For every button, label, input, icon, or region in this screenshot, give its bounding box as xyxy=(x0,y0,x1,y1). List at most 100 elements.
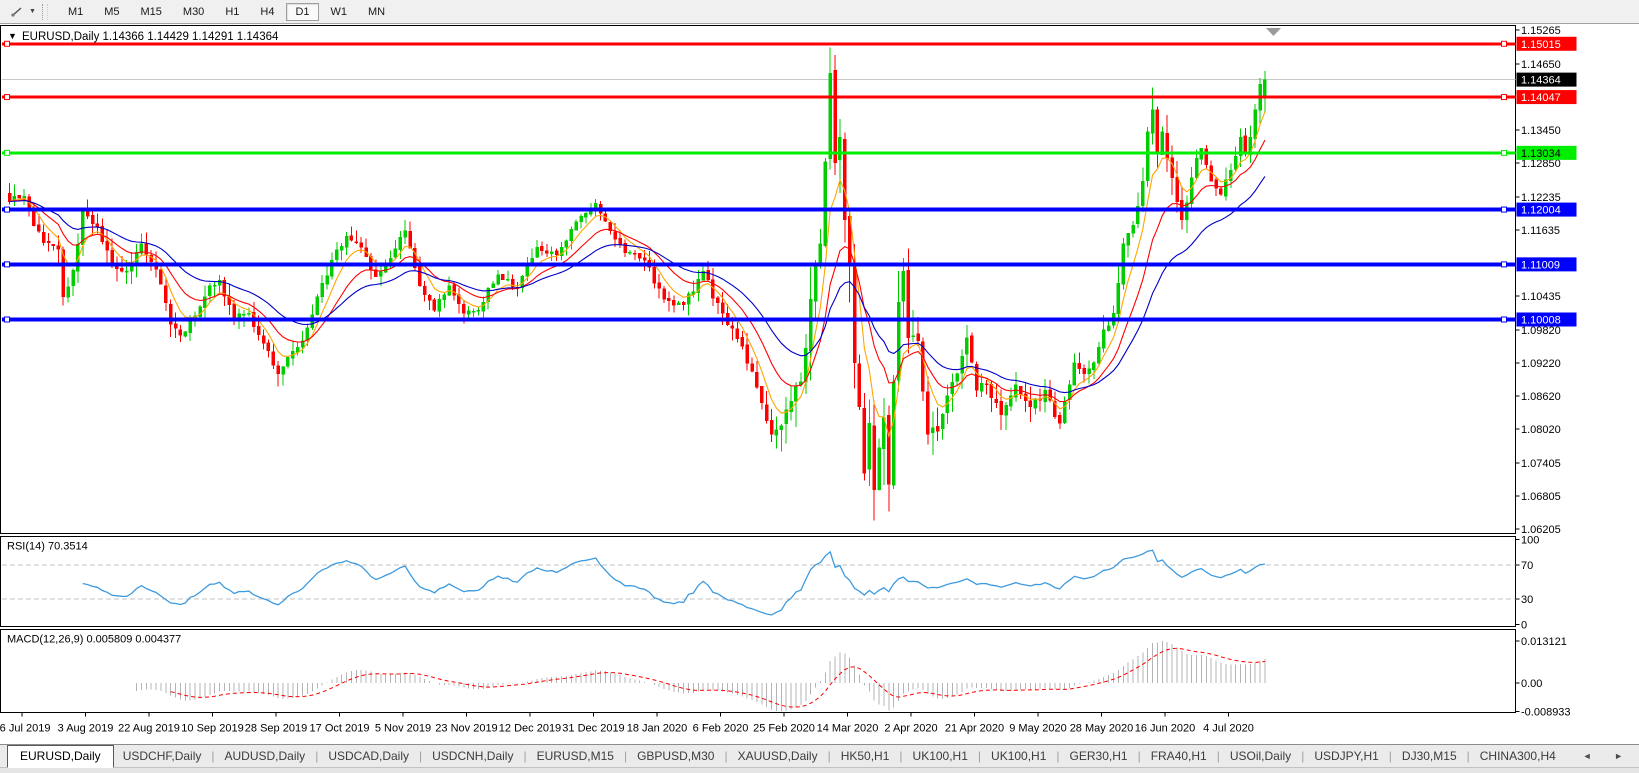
chart-tab-gbpusd-m30[interactable]: GBPUSD,M30 xyxy=(628,747,723,765)
chart-tab-hk50-h1[interactable]: HK50,H1 xyxy=(832,747,899,765)
bottom-strip xyxy=(0,767,1639,773)
chart-tab-uk100-h1[interactable]: UK100,H1 xyxy=(904,747,977,765)
date-tick-label: 6 Feb 2020 xyxy=(693,723,749,735)
timeframe-buttons: M1 M5 M15 M30 H1 H4 D1 W1 MN xyxy=(54,2,399,21)
timeframe-button-m5[interactable]: M5 xyxy=(95,3,128,21)
chevron-down-icon[interactable]: ▼ xyxy=(29,8,36,15)
chart-tab-eurusd-m15[interactable]: EURUSD,M15 xyxy=(528,747,623,765)
price-tick-label: 1.13450 xyxy=(1521,125,1561,137)
chart-tab-eurusd-daily[interactable]: EURUSD,Daily xyxy=(7,744,114,768)
date-tick-label: 28 May 2020 xyxy=(1070,723,1134,735)
hline-handle[interactable] xyxy=(4,149,10,156)
price-tick-label: 1.09220 xyxy=(1521,358,1561,370)
chart-pane xyxy=(0,536,1516,627)
rsi-scale-label: 100 xyxy=(1521,535,1539,547)
rsi-scale-label: 70 xyxy=(1521,560,1533,572)
timeframe-button-m30[interactable]: M30 xyxy=(174,3,213,21)
date-tick-label: 5 Nov 2019 xyxy=(375,723,431,735)
date-tick-label: 4 Jul 2020 xyxy=(1203,723,1254,735)
hline-price-label: 1.10008 xyxy=(1521,315,1561,327)
timeframe-button-m15[interactable]: M15 xyxy=(132,3,171,21)
chart-tab-usoil-daily[interactable]: USOil,Daily xyxy=(1221,747,1300,765)
line-style-icon xyxy=(7,3,27,21)
price-tick-label: 1.08020 xyxy=(1521,424,1561,436)
price-chart[interactable]: 1.152651.146501.134501.128501.122351.116… xyxy=(0,24,1639,744)
chart-tab-audusd-daily[interactable]: AUDUSD,Daily xyxy=(216,747,315,765)
price-tick-label: 1.14650 xyxy=(1521,59,1561,71)
chart-tab-ger30-h1[interactable]: GER30,H1 xyxy=(1061,747,1137,765)
rsi-scale-label: 0 xyxy=(1521,620,1527,632)
toolbar-grip[interactable] xyxy=(41,3,48,20)
price-tick-label: 1.08620 xyxy=(1521,391,1561,403)
hline-handle[interactable] xyxy=(4,94,10,101)
price-tick-label: 1.06805 xyxy=(1521,491,1561,503)
date-tick-label: 22 Aug 2019 xyxy=(118,723,180,735)
line-style-tool[interactable]: ▼ xyxy=(3,3,40,21)
hline-handle[interactable] xyxy=(1501,261,1507,268)
hline-handle[interactable] xyxy=(1501,206,1507,213)
hline-handle[interactable] xyxy=(1501,40,1507,47)
collapse-arrow-icon[interactable]: ▼ xyxy=(8,31,17,41)
date-tick-label: 16 Jun 2020 xyxy=(1135,723,1196,735)
macd-scale-label: -0.008933 xyxy=(1521,707,1571,719)
date-tick-label: 3 Aug 2019 xyxy=(58,723,114,735)
chart-tab-dj30-m15[interactable]: DJ30,M15 xyxy=(1393,747,1466,765)
price-tick-label: 1.15265 xyxy=(1521,25,1561,37)
hline-handle[interactable] xyxy=(1501,149,1507,156)
timeframe-button-h1[interactable]: H1 xyxy=(216,3,248,21)
date-tick-label: 9 May 2020 xyxy=(1009,723,1066,735)
timeframe-button-h4[interactable]: H4 xyxy=(251,3,283,21)
price-tick-label: 1.11635 xyxy=(1521,225,1560,237)
macd-scale-label: 0.00 xyxy=(1521,678,1542,690)
main-toolbar: ▼ M1 M5 M15 M30 H1 H4 D1 W1 MN xyxy=(0,0,1639,24)
macd-scale-label: 0.013121 xyxy=(1521,636,1567,648)
macd-label: MACD(12,26,9) 0.005809 0.004377 xyxy=(7,634,181,646)
price-tick-label: 1.09820 xyxy=(1521,325,1561,337)
date-tick-label: 14 Mar 2020 xyxy=(817,723,879,735)
chart-tab-usdcad-daily[interactable]: USDCAD,Daily xyxy=(319,747,418,765)
time-axis: 16 Jul 2019 3 Aug 2019 22 Aug 201910 Sep 2… xyxy=(0,712,1254,735)
hline-handle[interactable] xyxy=(4,206,10,213)
hline-handle[interactable] xyxy=(4,261,10,268)
chart-pane xyxy=(0,25,1516,534)
timeframe-button-mn[interactable]: MN xyxy=(359,3,394,21)
price-tick-label: 1.10435 xyxy=(1521,291,1561,303)
date-tick-label: 21 Apr 2020 xyxy=(945,723,1004,735)
price-tick-label: 1.12235 xyxy=(1521,192,1561,204)
tab-scroll-arrows[interactable]: ◄ ► xyxy=(1583,751,1639,761)
hline-price-label: 1.12004 xyxy=(1521,205,1561,217)
chart-tab-uk100-h1[interactable]: UK100,H1 xyxy=(982,747,1055,765)
timeframe-button-w1[interactable]: W1 xyxy=(322,3,357,21)
date-tick-label: 2 Apr 2020 xyxy=(884,723,937,735)
hline-handle[interactable] xyxy=(4,316,10,323)
rsi-label: RSI(14) 70.3514 xyxy=(7,541,88,553)
date-tick-label: 16 Jul 2019 xyxy=(0,723,50,735)
timeframe-button-d1[interactable]: D1 xyxy=(286,2,319,21)
timeframe-button-m1[interactable]: M1 xyxy=(59,3,92,21)
hline-price-label: 1.14047 xyxy=(1521,92,1561,104)
price-tick-label: 1.07405 xyxy=(1521,458,1561,470)
rsi-scale-label: 30 xyxy=(1521,594,1533,606)
date-tick-label: 28 Sep 2019 xyxy=(245,723,307,735)
chart-title-ohlc: EURUSD,Daily 1.14366 1.14429 1.14291 1.1… xyxy=(22,31,279,43)
chart-tab-usdchf-daily[interactable]: USDCHF,Daily xyxy=(114,747,211,765)
chart-tab-fra40-h1[interactable]: FRA40,H1 xyxy=(1142,747,1216,765)
date-tick-label: 17 Oct 2019 xyxy=(310,723,370,735)
chart-tab-usdjpy-h1[interactable]: USDJPY,H1 xyxy=(1305,747,1387,765)
date-tick-label: 23 Nov 2019 xyxy=(435,723,497,735)
hline-handle[interactable] xyxy=(1501,316,1507,323)
date-tick-label: 12 Dec 2019 xyxy=(499,723,561,735)
hline-price-label: 1.15015 xyxy=(1521,39,1561,51)
hline-handle[interactable] xyxy=(4,40,10,47)
date-tick-label: 31 Dec 2019 xyxy=(562,723,624,735)
chart-pane xyxy=(0,629,1516,713)
hline-handle[interactable] xyxy=(1501,94,1507,101)
chart-tab-usdcnh-daily[interactable]: USDCNH,Daily xyxy=(423,747,522,765)
date-tick-label: 10 Sep 2019 xyxy=(181,723,243,735)
chart-tab-china300-h4[interactable]: CHINA300,H4 xyxy=(1471,747,1565,765)
current-price-label: 1.14364 xyxy=(1521,75,1561,87)
date-tick-label: 25 Feb 2020 xyxy=(753,723,815,735)
chart-tab-xauusd-daily[interactable]: XAUUSD,Daily xyxy=(729,747,827,765)
hline-price-label: 1.11009 xyxy=(1521,259,1560,271)
hline-price-label: 1.13034 xyxy=(1521,148,1561,160)
